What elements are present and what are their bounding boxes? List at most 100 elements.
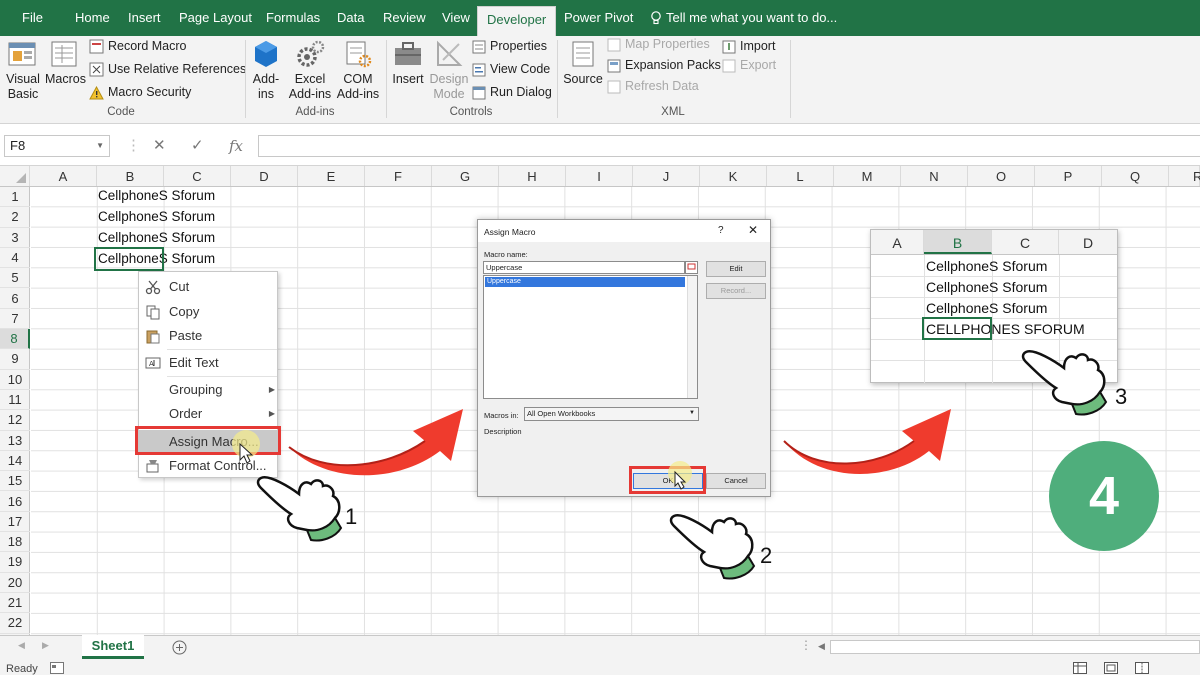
macros-in-select[interactable]: All Open Workbooks ▼ [524,407,699,421]
row-header[interactable]: 4 [0,248,30,269]
tab-home[interactable]: Home [75,0,110,36]
row-header[interactable]: 5 [0,268,30,289]
page-layout-view-icon[interactable] [1104,662,1118,674]
row-header[interactable]: 17 [0,512,30,533]
macro-security-button[interactable]: Macro Security [89,82,191,102]
add-ins-button[interactable]: Add-ins [248,39,284,102]
menu-item-paste[interactable]: Paste [139,324,279,348]
refresh-data-button[interactable]: Refresh Data [607,76,699,96]
column-header[interactable]: N [901,166,968,186]
scroll-divider-icon[interactable]: ⋮ [800,638,812,652]
row-header[interactable]: 15 [0,471,30,492]
confirm-entry-icon[interactable]: ✓ [191,135,204,157]
row-header-selected[interactable]: 8 [0,329,30,350]
design-mode-button[interactable]: Design Mode [428,39,470,102]
formula-input[interactable] [258,135,1200,157]
row-header[interactable]: 22 [0,613,30,634]
column-header[interactable]: D [231,166,298,186]
row-header[interactable]: 2 [0,207,30,228]
menu-item-edit-text[interactable]: A Edit Text [139,351,279,375]
row-header[interactable]: 13 [0,431,30,451]
macro-list-item-selected[interactable]: Uppercase [485,277,685,287]
column-header[interactable]: L [767,166,834,186]
sheet-tab[interactable]: Sheet1 [82,635,144,659]
tab-page-layout[interactable]: Page Layout [179,0,252,36]
macros-button[interactable]: Macros [45,39,86,87]
use-relative-references-button[interactable]: Use Relative References [89,59,246,79]
insert-function-icon[interactable]: fx [229,135,243,157]
view-code-button[interactable]: View Code [472,59,550,79]
column-header[interactable]: E [298,166,365,186]
collapse-dialog-icon[interactable] [685,261,698,274]
properties-button[interactable]: Properties [472,36,547,56]
cancel-button[interactable]: Cancel [706,473,766,489]
menu-item-copy[interactable]: Copy [139,300,279,324]
menu-item-grouping[interactable]: Grouping ▶ [139,378,279,402]
row-header[interactable]: 9 [0,349,30,370]
close-button[interactable]: ✕ [748,223,758,237]
column-header[interactable]: J [633,166,700,186]
tab-power-pivot[interactable]: Power Pivot [564,0,633,36]
tab-file[interactable]: File [22,0,43,36]
tab-view[interactable]: View [442,0,470,36]
help-button[interactable]: ? [718,225,724,236]
row-header[interactable]: 16 [0,492,30,512]
row-header[interactable]: 12 [0,410,30,431]
name-box[interactable]: F8 ▼ [4,135,110,157]
shape-selection-box[interactable] [94,247,164,271]
cell-b2[interactable]: CellphoneS Sforum [98,209,215,224]
row-header[interactable]: 1 [0,187,30,208]
com-add-ins-button[interactable]: COM Add-ins [334,39,382,102]
excel-add-ins-button[interactable]: Excel Add-ins [286,39,334,102]
cell-b1[interactable]: CellphoneS Sforum [98,188,215,203]
visual-basic-button[interactable]: Visual Basic [3,39,43,102]
row-header[interactable]: 11 [0,390,30,411]
list-scrollbar[interactable] [687,276,697,398]
tab-developer[interactable]: Developer [477,6,557,36]
column-header[interactable]: O [968,166,1035,186]
normal-view-icon[interactable] [1073,662,1087,674]
row-header[interactable]: 3 [0,228,30,248]
record-button[interactable]: Record... [706,283,766,299]
cell-b3[interactable]: CellphoneS Sforum [98,230,215,245]
cancel-entry-icon[interactable]: ✕ [153,135,166,157]
tab-insert[interactable]: Insert [128,0,161,36]
add-sheet-icon[interactable] [172,640,187,655]
menu-item-order[interactable]: Order ▶ [139,402,279,426]
edit-button[interactable]: Edit [706,261,766,277]
run-dialog-button[interactable]: Run Dialog [472,82,552,102]
row-header[interactable]: 10 [0,370,30,390]
scroll-right-icon[interactable]: ▶ [42,640,49,651]
import-button[interactable]: Import [722,36,775,56]
row-header[interactable]: 7 [0,309,30,330]
tab-review[interactable]: Review [383,0,426,36]
column-header[interactable]: A [30,166,97,186]
expansion-packs-button[interactable]: Expansion Packs [607,55,721,75]
macro-list[interactable]: Uppercase [483,275,698,399]
column-header[interactable]: M [834,166,901,186]
scroll-left-icon[interactable]: ◀ [818,641,825,652]
horizontal-scrollbar[interactable] [830,640,1200,654]
row-header[interactable]: 14 [0,451,30,472]
row-header[interactable]: 20 [0,573,30,593]
column-header[interactable]: K [700,166,767,186]
page-break-view-icon[interactable] [1135,662,1149,674]
macro-name-input[interactable]: Uppercase [483,261,685,274]
map-properties-button[interactable]: Map Properties [607,34,710,54]
row-header[interactable]: 19 [0,552,30,573]
chevron-down-icon[interactable]: ▼ [96,136,104,156]
insert-control-button[interactable]: Insert [389,39,427,87]
tab-formulas[interactable]: Formulas [266,0,320,36]
tab-data[interactable]: Data [337,0,364,36]
column-header[interactable]: R [1169,166,1200,186]
column-header[interactable]: I [566,166,633,186]
menu-item-cut[interactable]: Cut [139,275,279,299]
column-header[interactable]: B [97,166,164,186]
column-header[interactable]: G [432,166,499,186]
column-header[interactable]: H [499,166,566,186]
column-header[interactable]: Q [1102,166,1169,186]
row-header[interactable]: 6 [0,289,30,309]
select-all-corner[interactable] [0,166,30,186]
column-header[interactable]: P [1035,166,1102,186]
record-macro-button[interactable]: Record Macro [89,36,187,56]
